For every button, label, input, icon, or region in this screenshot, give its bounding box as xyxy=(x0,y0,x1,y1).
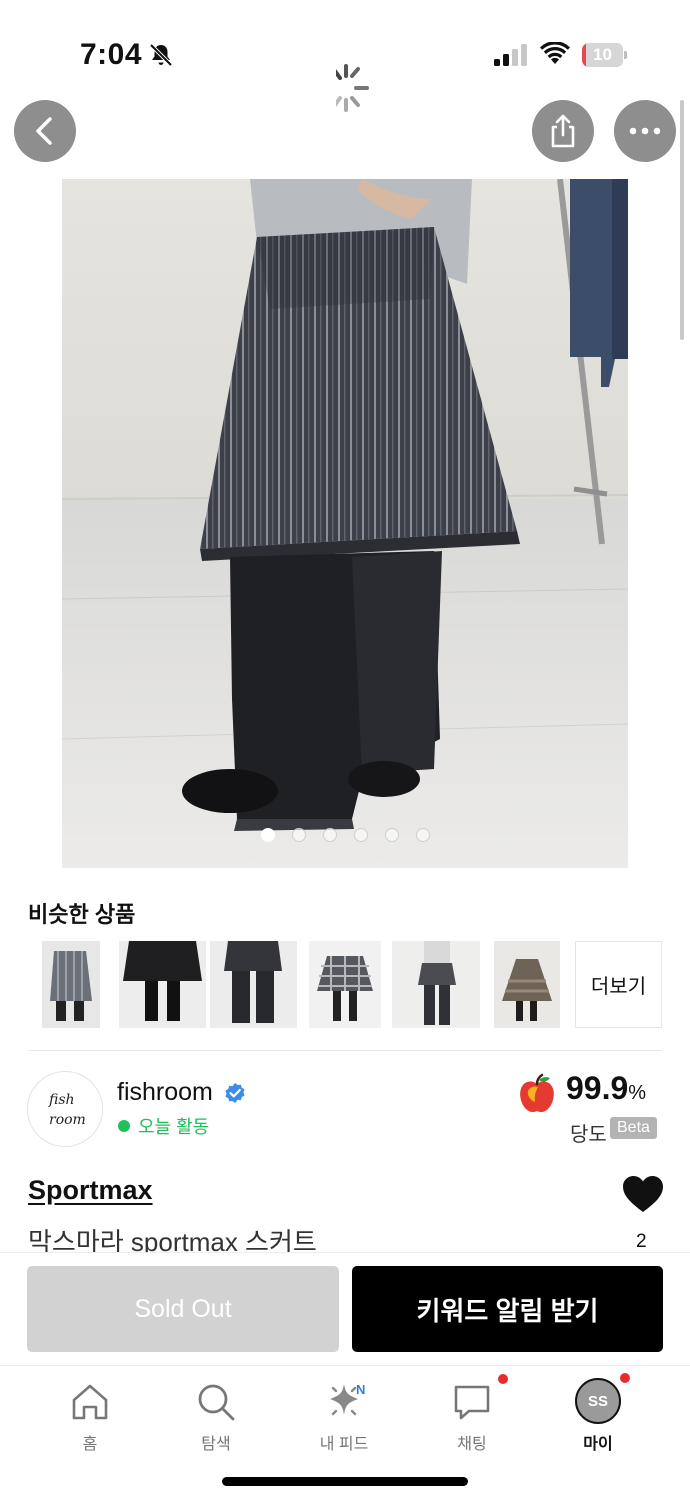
avatar: SS xyxy=(575,1378,621,1424)
product-title: 막스마라 sportmax 스커트 xyxy=(28,1227,317,1252)
signal-icon xyxy=(494,44,527,66)
activity-status: 오늘 활동 xyxy=(138,1117,210,1137)
similar-product-thumb[interactable] xyxy=(309,941,381,1028)
my-notification-dot xyxy=(620,1373,630,1383)
like-count: 2 xyxy=(636,1231,647,1252)
battery-level: 10 xyxy=(582,43,623,67)
brand-link[interactable]: Sportmax xyxy=(28,1175,153,1206)
keyword-alert-button[interactable]: 키워드 알림 받기 xyxy=(352,1266,663,1352)
seller-avatar[interactable]: fish room xyxy=(27,1071,103,1147)
back-button[interactable] xyxy=(14,100,76,162)
battery-icon: 10 xyxy=(582,43,628,67)
more-options-button[interactable] xyxy=(614,100,676,162)
similar-product-thumb[interactable] xyxy=(494,941,560,1028)
status-time: 7:04 xyxy=(80,38,143,71)
product-image-carousel[interactable] xyxy=(62,179,628,868)
svg-text:fish: fish xyxy=(48,1092,75,1108)
tab-label: 내 피드 xyxy=(319,1436,369,1453)
share-button[interactable] xyxy=(532,100,594,162)
seller-name[interactable]: fishroom xyxy=(117,1078,213,1107)
online-status-dot xyxy=(118,1120,130,1132)
tab-label: 마이 xyxy=(583,1436,613,1453)
share-icon xyxy=(551,114,575,148)
tab-label: 홈 xyxy=(82,1436,98,1453)
svg-text:room: room xyxy=(49,1112,86,1128)
chat-icon xyxy=(454,1385,490,1420)
product-photo xyxy=(62,179,628,868)
search-icon xyxy=(198,1384,235,1421)
tab-explore[interactable]: 탐색 xyxy=(156,1366,276,1456)
seller-logo: fish room xyxy=(48,1092,86,1128)
carousel-dot[interactable] xyxy=(415,828,430,842)
tab-chat[interactable]: 채팅 xyxy=(412,1366,532,1456)
home-indicator xyxy=(222,1477,468,1486)
divider xyxy=(28,1050,662,1051)
tab-home[interactable]: 홈 xyxy=(30,1366,150,1456)
carousel-dot[interactable] xyxy=(291,828,306,842)
beta-badge: Beta xyxy=(610,1117,657,1139)
loading-spinner-icon xyxy=(336,64,369,112)
home-icon xyxy=(72,1384,108,1420)
tab-label: 채팅 xyxy=(457,1436,487,1453)
status-bar: 7:04 10 xyxy=(0,0,690,112)
scrollbar[interactable] xyxy=(680,100,684,340)
similar-product-thumb[interactable] xyxy=(210,941,297,1028)
apple-icon xyxy=(520,1073,554,1113)
wifi-icon xyxy=(540,42,570,64)
similar-product-thumb[interactable] xyxy=(42,941,100,1028)
carousel-dot[interactable] xyxy=(353,828,368,842)
new-badge: N xyxy=(356,1382,366,1397)
verified-badge-icon xyxy=(225,1083,245,1103)
chevron-left-icon xyxy=(36,117,52,145)
similar-products-title: 비슷한 상품 xyxy=(28,902,136,927)
carousel-dot[interactable] xyxy=(384,828,399,842)
similar-product-thumb[interactable] xyxy=(119,941,206,1028)
bell-slash-icon xyxy=(149,43,173,67)
sold-out-button[interactable]: Sold Out xyxy=(27,1266,339,1352)
sweetness-label: 당도 xyxy=(570,1124,607,1146)
tab-my[interactable]: SS 마이 xyxy=(538,1366,658,1456)
heart-icon[interactable] xyxy=(622,1175,664,1213)
carousel-dot[interactable] xyxy=(322,828,337,842)
more-similar-button[interactable]: 더보기 xyxy=(575,941,662,1028)
tab-label: 탐색 xyxy=(201,1436,231,1453)
carousel-dot[interactable] xyxy=(260,828,275,842)
purchase-action-bar: Sold Out 키워드 알림 받기 xyxy=(0,1252,690,1365)
similar-product-thumb[interactable] xyxy=(392,941,480,1028)
chat-notification-dot xyxy=(498,1374,508,1384)
tab-my-feed[interactable]: N 내 피드 xyxy=(284,1366,404,1456)
carousel-dots xyxy=(62,828,628,842)
sweetness-score: 99.9% xyxy=(566,1070,647,1106)
ellipsis-icon xyxy=(629,127,661,135)
